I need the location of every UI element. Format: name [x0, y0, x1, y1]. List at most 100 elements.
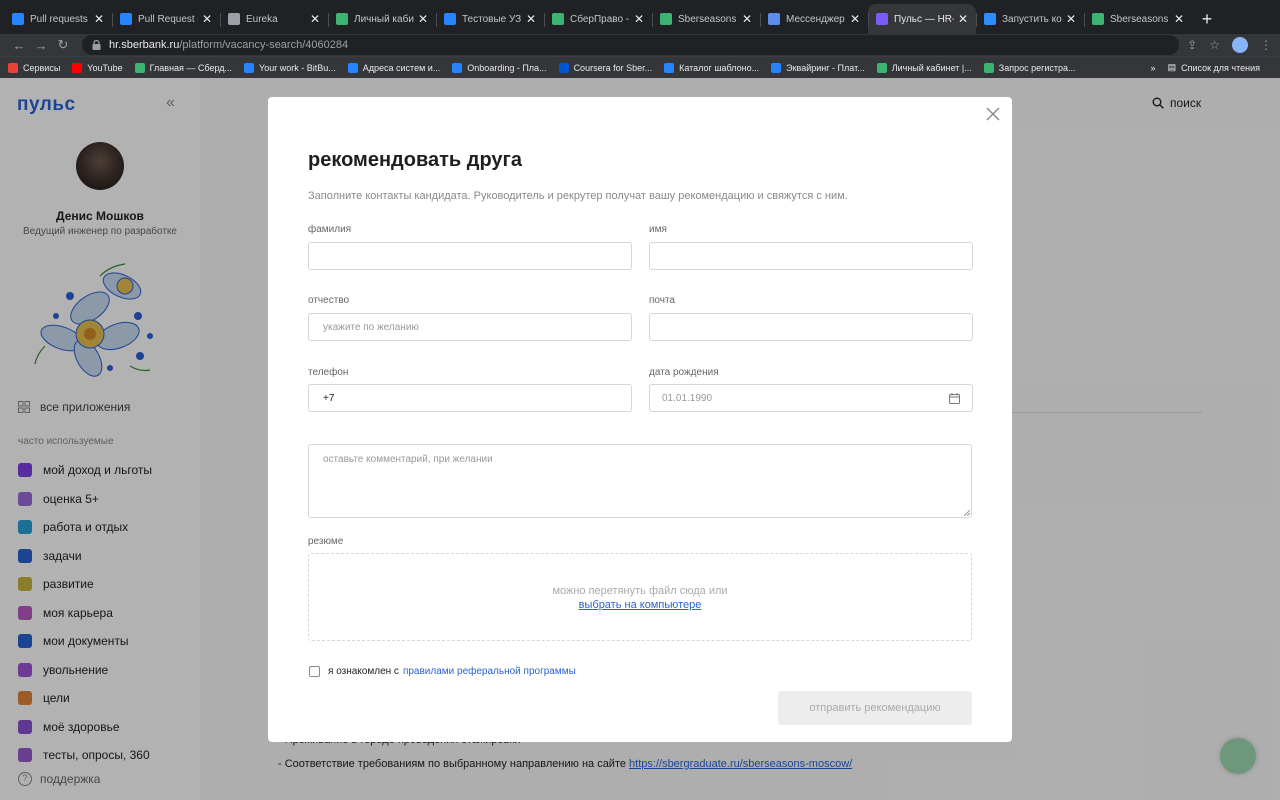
- bookmark-item[interactable]: Сервисы: [8, 62, 61, 73]
- bookmark-icon: [983, 62, 994, 73]
- browser-tab[interactable]: Sberseasons - ✕: [652, 4, 760, 34]
- reload-icon[interactable]: ↻: [52, 37, 74, 53]
- share-icon[interactable]: ⇪: [1187, 38, 1197, 52]
- bookmark-item[interactable]: Главная — Сберд...: [134, 62, 232, 73]
- bookmark-label: Сервисы: [23, 62, 61, 73]
- choose-file-link[interactable]: выбрать на компьютере: [309, 598, 971, 612]
- patronymic-input[interactable]: укажите по желанию: [308, 313, 632, 341]
- tab-favicon-icon: [12, 13, 24, 25]
- bookmark-label: Каталог шаблоно...: [679, 62, 760, 73]
- referral-rules-link[interactable]: правилами реферальной программы: [403, 666, 576, 677]
- bookmark-icon: [134, 62, 145, 73]
- bookmark-icon: [452, 62, 463, 73]
- bookmark-item[interactable]: Запрос регистра...: [983, 62, 1076, 73]
- browser-tab[interactable]: Pull Request # ✕: [112, 4, 220, 34]
- more-bookmarks-button[interactable]: »: [1151, 63, 1156, 73]
- reading-list-button[interactable]: ▤ Список для чтения: [1168, 62, 1260, 73]
- birthdate-placeholder: 01.01.1990: [662, 392, 713, 404]
- bookmark-label: Onboarding - Пла...: [467, 62, 547, 73]
- page: пульс « Денис Мошков Ведущий инженер по …: [0, 78, 1280, 800]
- close-icon[interactable]: [986, 107, 1000, 121]
- close-tab-icon[interactable]: ✕: [850, 12, 860, 26]
- resume-label: резюме: [308, 536, 344, 547]
- close-tab-icon[interactable]: ✕: [418, 12, 428, 26]
- url-host: hr.sberbank.ru: [109, 39, 180, 51]
- tab-favicon-icon: [120, 13, 132, 25]
- email-input[interactable]: [649, 313, 973, 341]
- tab-title: Мессенджер: [786, 13, 845, 25]
- bookmark-label: Личный кабинет |...: [891, 62, 972, 73]
- bookmark-star-icon[interactable]: ☆: [1209, 38, 1220, 52]
- browser-tab[interactable]: Мессенджер ✕: [760, 4, 868, 34]
- browser-tab[interactable]: Eureka ✕: [220, 4, 328, 34]
- browser-tab[interactable]: Тестовые УЗ н ✕: [436, 4, 544, 34]
- surname-input[interactable]: [308, 242, 632, 270]
- browser-tab[interactable]: Личный кабине ✕: [328, 4, 436, 34]
- close-tab-icon[interactable]: ✕: [1066, 12, 1076, 26]
- calendar-icon[interactable]: [949, 393, 960, 404]
- tab-favicon-icon: [660, 13, 672, 25]
- bookmark-item[interactable]: Coursera for Sber...: [558, 62, 652, 73]
- bookmarks-bar: Сервисы YouTube Главная — Сберд... Your wor…: [0, 56, 1280, 78]
- close-tab-icon[interactable]: ✕: [958, 12, 968, 26]
- comment-placeholder: оставьте комментарий, при желании: [323, 454, 493, 465]
- browser-tab[interactable]: Запустить кон ✕: [976, 4, 1084, 34]
- name-label: имя: [649, 224, 667, 235]
- forward-icon[interactable]: →: [30, 38, 52, 53]
- bookmark-item[interactable]: Эквайринг - Плат...: [771, 62, 865, 73]
- name-input[interactable]: [649, 242, 973, 270]
- agree-row: я ознакомлен с правилами реферальной про…: [309, 666, 576, 677]
- comment-textarea[interactable]: оставьте комментарий, при желании: [308, 444, 972, 518]
- tab-title: Pull Request #: [138, 13, 198, 25]
- tab-favicon-icon: [552, 13, 564, 25]
- modal-subtitle: Заполните контакты кандидата. Руководите…: [308, 190, 848, 202]
- close-tab-icon[interactable]: ✕: [634, 12, 644, 26]
- bookmark-label: YouTube: [87, 62, 123, 73]
- browser-tab[interactable]: Pull requests fo ✕: [4, 4, 112, 34]
- new-tab-button[interactable]: +: [1192, 4, 1222, 34]
- phone-input[interactable]: +7: [308, 384, 632, 412]
- patronymic-label: отчество: [308, 295, 350, 306]
- resume-dropzone[interactable]: можно перетянуть файл сюда или выбрать н…: [308, 553, 972, 641]
- tab-title: Тестовые УЗ н: [462, 13, 522, 25]
- close-tab-icon[interactable]: ✕: [202, 12, 212, 26]
- submit-recommendation-button[interactable]: отправить рекомендацию: [778, 691, 972, 725]
- tab-title: Пульс — HR-пл: [894, 13, 954, 25]
- agree-checkbox[interactable]: [309, 666, 320, 677]
- menu-kebab-icon[interactable]: ⋮: [1260, 38, 1272, 52]
- close-tab-icon[interactable]: ✕: [526, 12, 536, 26]
- bookmark-item[interactable]: Личный кабинет |...: [876, 62, 972, 73]
- bookmark-item[interactable]: YouTube: [72, 62, 123, 73]
- tab-title: Личный кабине: [354, 13, 414, 25]
- tab-favicon-icon: [1092, 13, 1104, 25]
- back-icon[interactable]: ←: [8, 38, 30, 53]
- bookmark-item[interactable]: Адреса систем и...: [347, 62, 440, 73]
- browser-tab[interactable]: Sberseasons - ✕: [1084, 4, 1192, 34]
- close-tab-icon[interactable]: ✕: [1174, 12, 1184, 26]
- dropzone-text: можно перетянуть файл сюда или: [552, 585, 728, 597]
- birthdate-input[interactable]: 01.01.1990: [649, 384, 973, 412]
- bookmark-item[interactable]: Каталог шаблоно...: [664, 62, 760, 73]
- reading-list-label: Список для чтения: [1181, 62, 1260, 73]
- browser-tab[interactable]: СберПраво - ✕: [544, 4, 652, 34]
- bookmark-item[interactable]: Onboarding - Пла...: [452, 62, 547, 73]
- browser-tab[interactable]: Пульс — HR-пл ✕: [868, 4, 976, 34]
- surname-label: фамилия: [308, 224, 352, 235]
- bookmark-icon: [558, 62, 569, 73]
- profile-avatar[interactable]: [1232, 37, 1248, 53]
- bookmark-item[interactable]: Your work - BitBu...: [244, 62, 336, 73]
- close-tab-icon[interactable]: ✕: [310, 12, 320, 26]
- url-path: /platform/vacancy-search/4060284: [179, 39, 349, 51]
- address-bar[interactable]: hr.sberbank.ru/platform/vacancy-search/4…: [82, 35, 1180, 55]
- close-tab-icon[interactable]: ✕: [94, 12, 104, 26]
- browser-tab-strip: Pull requests fo✕Pull Request #✕Eureka✕Л…: [0, 0, 1280, 34]
- phone-label: телефон: [308, 367, 349, 378]
- tab-title: Sberseasons -: [678, 13, 738, 25]
- tab-title: Sberseasons -: [1110, 13, 1170, 25]
- resize-handle-icon[interactable]: [964, 510, 970, 516]
- email-label: почта: [649, 295, 675, 306]
- bookmark-icon: [8, 62, 18, 73]
- close-tab-icon[interactable]: ✕: [742, 12, 752, 26]
- tab-title: Eureka: [246, 13, 278, 25]
- bookmark-label: Запрос регистра...: [998, 62, 1076, 73]
